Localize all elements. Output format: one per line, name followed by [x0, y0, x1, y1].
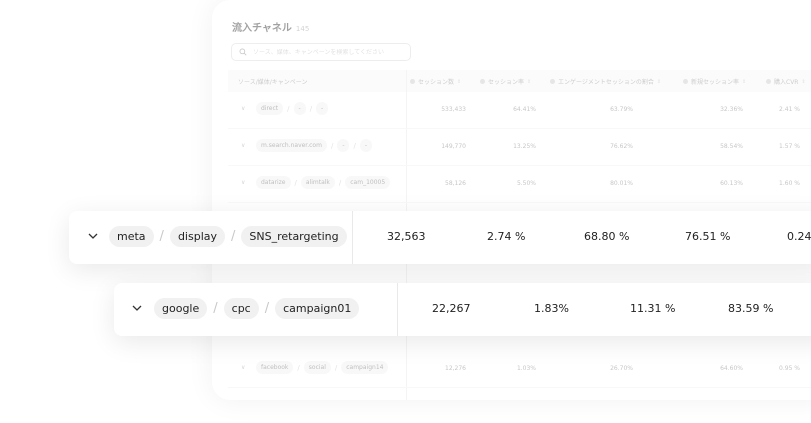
highlight-row-meta[interactable]: meta / display / SNS_retargeting 32,563 2.…: [69, 211, 811, 264]
sort-icon[interactable]: ⇕: [457, 79, 461, 85]
cell-engagement: 76.62%: [610, 143, 633, 150]
table-row[interactable]: ∨ direct / - / - 533,433 64.41% 63.79% 32.…: [228, 93, 811, 129]
source-path: google / cpc / campaign01: [154, 298, 360, 319]
column-header-new-session-rate[interactable]: 新規セッション率 ⇕: [683, 77, 746, 86]
column-divider: [352, 211, 353, 264]
cell-purchase-cvr: 0.24: [787, 230, 811, 243]
source-path: direct / - / -: [256, 102, 329, 115]
table-header: ソース/媒体/キャンペーン セッション数 ⇕ セッション率 ⇕ エンゲージメントセッ…: [228, 70, 811, 92]
metric-dot-icon: [683, 79, 688, 84]
campaign-tag: cam_10005: [345, 176, 391, 189]
campaign-tag: SNS_retargeting: [241, 226, 347, 247]
cell-session-rate: 64.41%: [513, 106, 536, 113]
campaign-tag: campaign14: [341, 361, 389, 374]
cell-engagement: 11.31 %: [630, 302, 676, 315]
page-title: 流入チャネル: [232, 23, 292, 34]
source-tag: m.search.naver.com: [256, 139, 327, 152]
cell-new-session-rate: 60.13%: [720, 180, 743, 187]
source-path: datarize / alimtalk / cam_10005: [256, 176, 391, 189]
source-tag: direct: [256, 102, 284, 115]
table-row[interactable]: ∨ facebook / social / campaign14 12,276 1.…: [228, 352, 811, 388]
medium-tag: display: [169, 226, 225, 247]
cell-purchase-cvr: 1.60 %: [779, 180, 800, 187]
source-path: meta / display / SNS_retargeting: [109, 226, 347, 247]
cell-sessions: 12,276: [445, 365, 466, 372]
search-box[interactable]: [231, 43, 411, 61]
metric-dot-icon: [410, 79, 415, 84]
cell-engagement: 63.79%: [610, 106, 633, 113]
cell-engagement: 26.70%: [610, 365, 633, 372]
medium-tag: cpc: [223, 298, 259, 319]
cell-sessions: 58,126: [445, 180, 466, 187]
campaign-tag: -: [316, 102, 329, 115]
column-header-engagement[interactable]: エンゲージメントセッションの割合 ⇕: [550, 77, 661, 86]
cell-purchase-cvr: 1.57 %: [779, 143, 800, 150]
column-header-session-rate[interactable]: セッション率 ⇕: [480, 77, 531, 86]
cell-sessions: 22,267: [432, 302, 471, 315]
column-header-sessions[interactable]: セッション数 ⇕: [410, 77, 461, 86]
channel-table-panel: 流入チャネル 145 ソース/媒体/キャンペーン セッション数⇕ セッション率⇕…: [212, 0, 811, 400]
source-path: facebook / social / campaign14: [256, 361, 389, 374]
chevron-down-icon[interactable]: [86, 229, 100, 243]
cell-engagement: 68.80 %: [584, 230, 630, 243]
panel-header: 流入チャネル 145: [232, 19, 309, 34]
cell-engagement: 80.01%: [610, 180, 633, 187]
source-tag: datarize: [256, 176, 291, 189]
medium-tag: -: [337, 139, 350, 152]
highlight-row-google[interactable]: google / cpc / campaign01 22,267 1.83% 11.…: [114, 283, 811, 336]
source-tag: google: [154, 298, 208, 319]
cell-new-session-rate: 32.36%: [720, 106, 743, 113]
cell-new-session-rate: 83.59 %: [728, 302, 774, 315]
sort-icon[interactable]: ⇕: [801, 79, 805, 85]
row-count: 145: [295, 25, 310, 33]
cell-session-rate: 2.74 %: [487, 230, 526, 243]
chevron-down-icon[interactable]: ∨: [241, 142, 245, 149]
cell-purchase-cvr: 2.41 %: [779, 106, 800, 113]
source-tag: facebook: [256, 361, 294, 374]
table-row[interactable]: ∨ datarize / alimtalk / cam_10005 58,126 5…: [228, 167, 811, 203]
column-divider: [397, 283, 398, 336]
cell-new-session-rate: 76.51 %: [685, 230, 731, 243]
sort-icon[interactable]: ⇕: [742, 79, 746, 85]
search-input[interactable]: [253, 48, 403, 56]
source-tag: meta: [109, 226, 154, 247]
medium-tag: alimtalk: [300, 176, 335, 189]
search-icon: [239, 48, 247, 56]
cell-new-session-rate: 64.60%: [720, 365, 743, 372]
source-path: m.search.naver.com / - / -: [256, 139, 373, 152]
table-row[interactable]: ∨ m.search.naver.com / - / - 149,770 13.25…: [228, 130, 811, 166]
cell-sessions: 533,433: [441, 106, 466, 113]
column-header-purchase-cvr[interactable]: 購入CVR ⇕: [766, 77, 806, 86]
cell-session-rate: 1.03%: [516, 365, 536, 372]
cell-purchase-cvr: 0.95 %: [779, 365, 800, 372]
cell-session-rate: 1.83%: [534, 302, 569, 315]
chevron-down-icon[interactable]: ∨: [241, 364, 245, 371]
chevron-down-icon[interactable]: [130, 301, 144, 315]
cell-sessions: 32,563: [387, 230, 426, 243]
cell-new-session-rate: 58.54%: [720, 143, 743, 150]
column-header-source[interactable]: ソース/媒体/キャンペーン: [238, 77, 307, 86]
cell-sessions: 149,770: [441, 143, 466, 150]
medium-tag: -: [293, 102, 306, 115]
cell-session-rate: 5.50%: [516, 180, 536, 187]
sort-icon[interactable]: ⇕: [657, 79, 661, 85]
medium-tag: social: [303, 361, 331, 374]
sort-icon[interactable]: ⇕: [527, 79, 531, 85]
metric-dot-icon: [480, 79, 485, 84]
chevron-down-icon[interactable]: ∨: [241, 105, 245, 112]
campaign-tag: campaign01: [275, 298, 360, 319]
metric-dot-icon: [766, 79, 771, 84]
campaign-tag: -: [359, 139, 373, 152]
chevron-down-icon[interactable]: ∨: [241, 179, 245, 186]
cell-session-rate: 13.25%: [513, 143, 536, 150]
metric-dot-icon: [550, 79, 555, 84]
